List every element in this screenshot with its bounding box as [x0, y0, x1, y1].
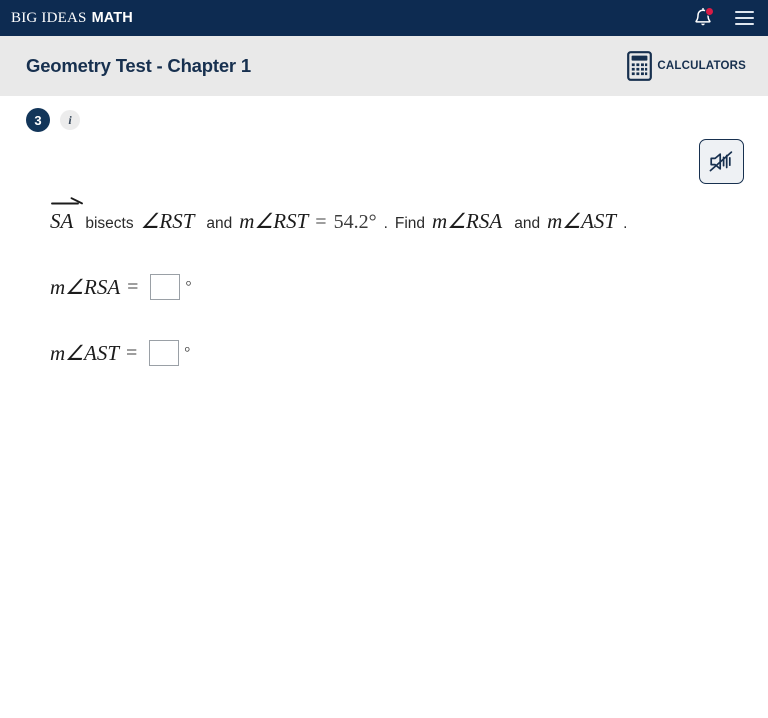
answer-input-rsa[interactable] [150, 274, 181, 300]
question-statement: SA bisects ∠RST and m∠RST = 54.2° . Find… [0, 184, 768, 234]
answer-row-rsa: m∠RSA = ° [0, 274, 768, 300]
answer-input-ast[interactable] [149, 340, 180, 366]
calculator-icon [627, 51, 653, 81]
notifications-button[interactable] [693, 7, 714, 29]
notification-badge [705, 7, 714, 16]
period-2: . [623, 215, 628, 232]
hamburger-line [735, 11, 754, 13]
question-meta-row: 3 i [0, 96, 768, 132]
and-text-2: and [514, 215, 541, 232]
speaker-mute-toggle-button[interactable] [699, 139, 744, 184]
answer-equals-ast: = [126, 341, 138, 364]
calculators-button[interactable]: CALCULATORS [627, 51, 746, 81]
answer-equals-rsa: = [127, 275, 139, 298]
ray-arrow-icon [51, 197, 83, 205]
statement-line: SA bisects ∠RST and m∠RST = 54.2° . Find… [50, 196, 768, 234]
degree-unit-ast: ° [184, 344, 191, 361]
calculators-label: CALCULATORS [657, 60, 746, 72]
ray-label: SA [50, 209, 74, 233]
audio-control-row [0, 132, 768, 184]
period-1: . [383, 215, 388, 232]
measure-rst: m∠RST [239, 209, 309, 233]
answer-label-ast: m∠AST [50, 340, 119, 365]
answer-label-rsa: m∠RSA [50, 274, 121, 299]
and-text-1: and [206, 215, 233, 232]
equals-sign: = [315, 211, 327, 233]
given-angle-value: 54.2° [333, 211, 377, 233]
find-text: Find [394, 215, 426, 232]
speaker-muted-icon [709, 151, 733, 172]
brand-secondary-text: MATH [91, 9, 133, 26]
measure-ast-ref: m∠AST [547, 209, 617, 233]
brand-primary-text: BIG IDEAS [11, 9, 87, 26]
info-icon[interactable]: i [60, 110, 80, 130]
question-number-badge: 3 [26, 108, 50, 132]
angle-rst: ∠RST [140, 209, 195, 233]
hamburger-line [735, 23, 754, 25]
brand-logo[interactable]: BIG IDEAS MATH [11, 10, 133, 27]
bisects-text: bisects [85, 215, 134, 232]
top-bar-actions [693, 7, 754, 29]
measure-rsa-ref: m∠RSA [432, 209, 503, 233]
degree-unit-rsa: ° [185, 278, 192, 295]
hamburger-line [735, 17, 754, 19]
page-title: Geometry Test - Chapter 1 [26, 55, 251, 76]
top-navigation-bar: BIG IDEAS MATH [0, 0, 768, 36]
ray-sa: SA [50, 196, 83, 234]
page-title-bar: Geometry Test - Chapter 1 CALCULATORS [0, 36, 768, 96]
answer-row-ast: m∠AST = ° [0, 340, 768, 366]
hamburger-menu-icon[interactable] [735, 11, 754, 25]
